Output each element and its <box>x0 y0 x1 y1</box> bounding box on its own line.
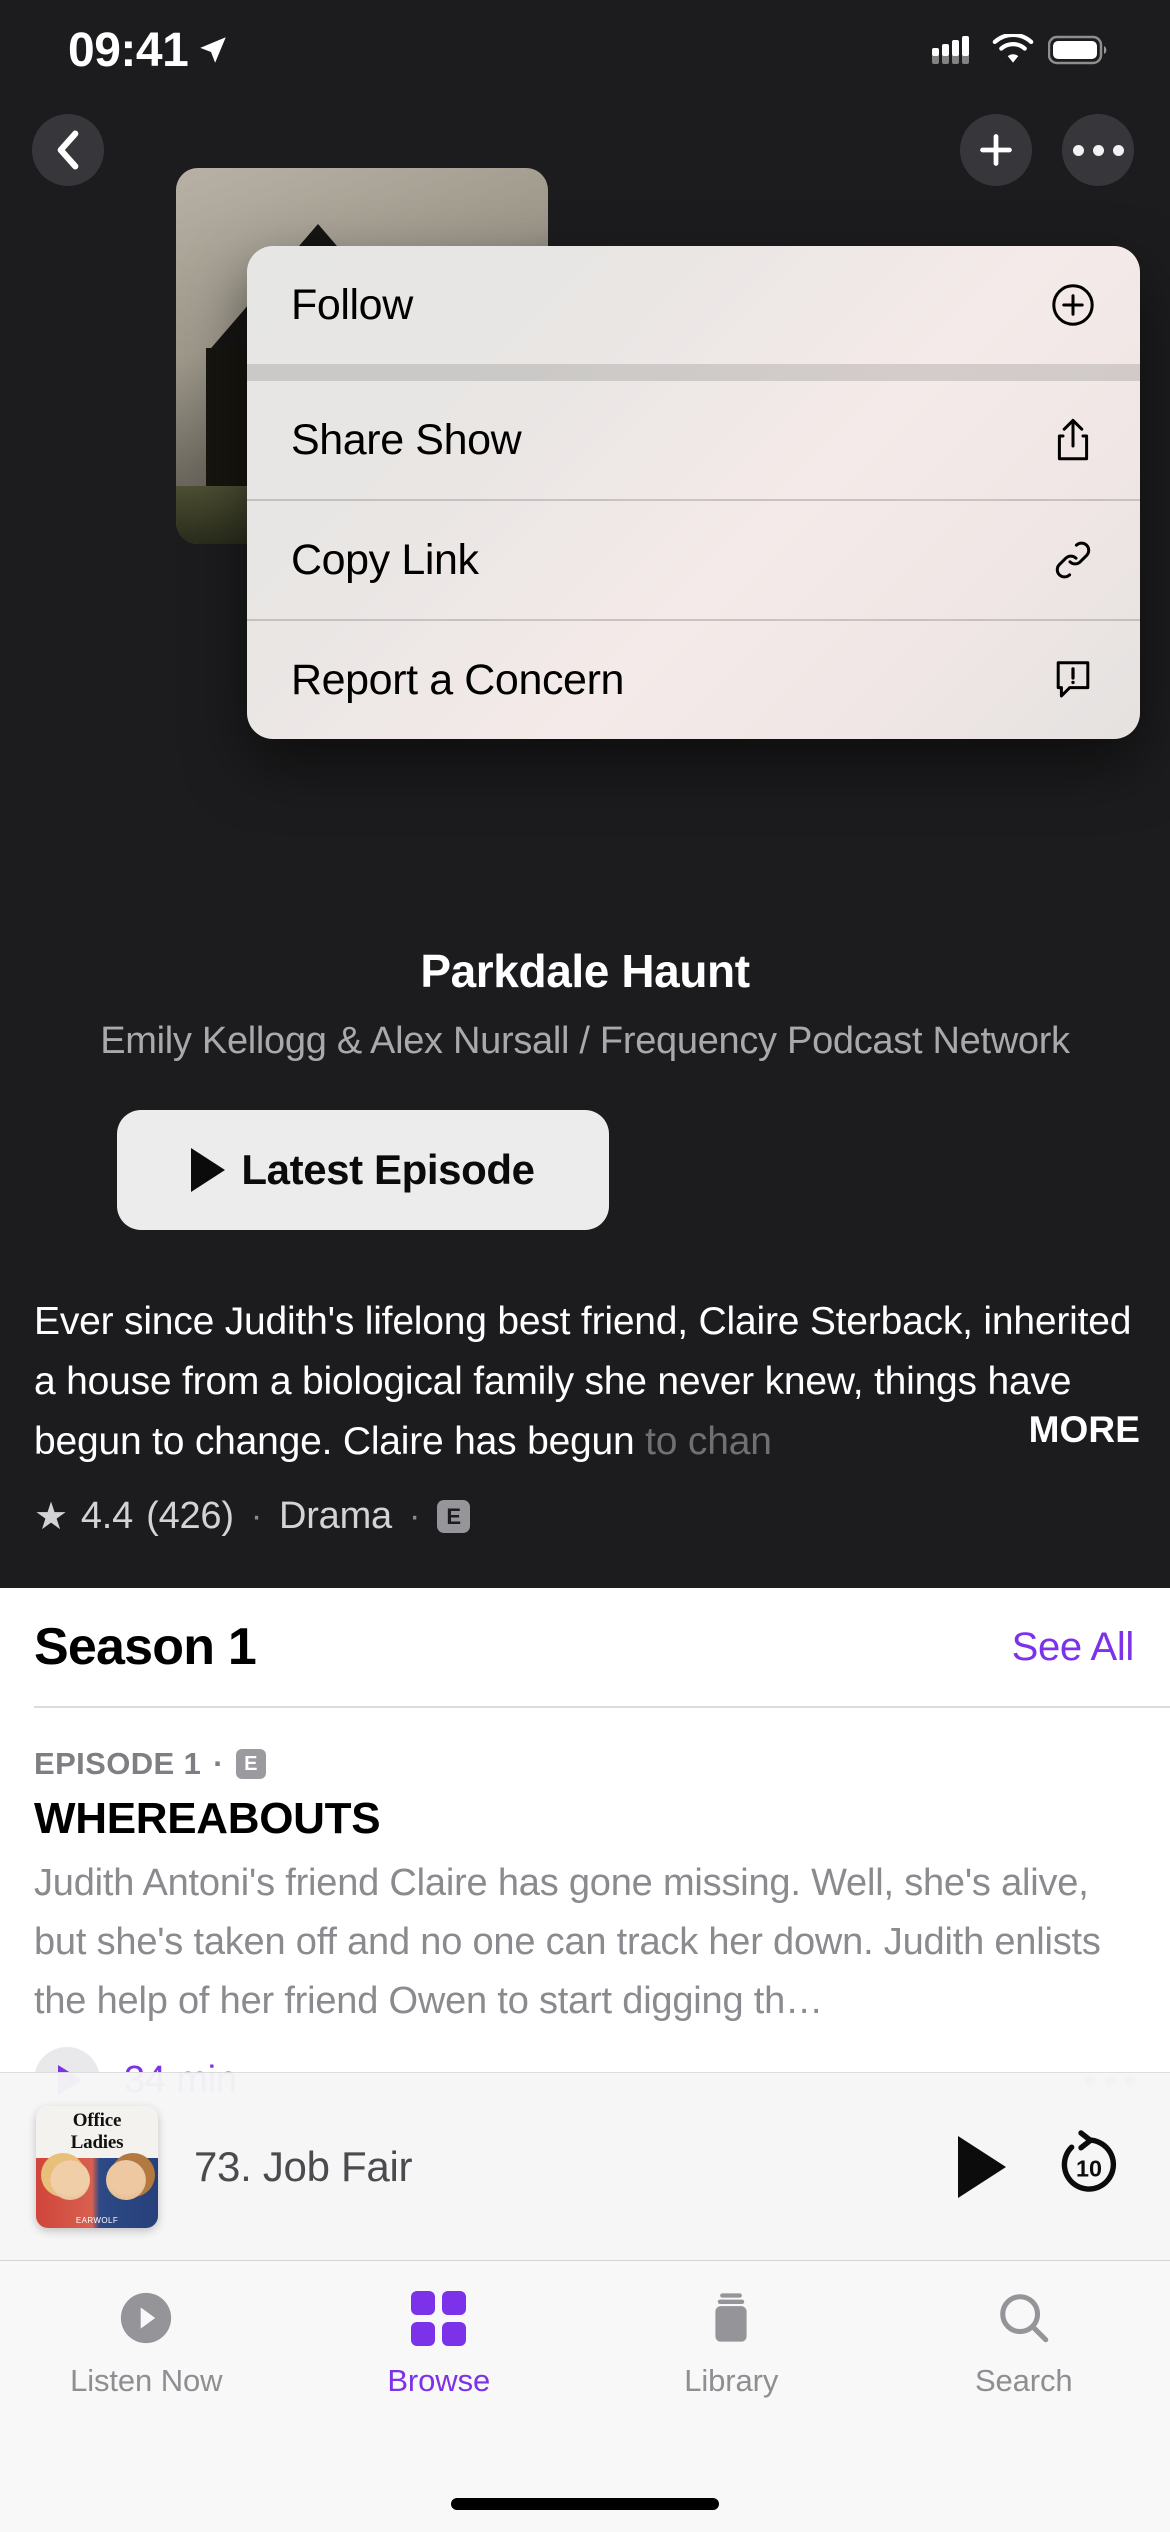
menu-item-copy-link[interactable]: Copy Link <box>247 501 1140 619</box>
meta-separator: · <box>250 1497 262 1535</box>
tab-listen-now[interactable]: Listen Now <box>0 2287 293 2399</box>
books-icon <box>705 2287 757 2349</box>
meta-separator: · <box>408 1497 421 1535</box>
menu-item-label: Share Show <box>291 415 522 464</box>
location-arrow-icon <box>200 37 227 63</box>
status-time: 09:41 <box>68 23 189 77</box>
mini-player-controls: 10 <box>958 2127 1126 2206</box>
play-triangle-icon[interactable] <box>958 2135 1006 2198</box>
show-author: Emily Kellogg & Alex Nursall / Frequency… <box>100 1020 1070 1062</box>
rating-value: 4.4 <box>80 1495 134 1537</box>
tab-library[interactable]: Library <box>585 2287 878 2399</box>
mini-player-artwork[interactable]: Office Ladies EARWOLF <box>36 2105 158 2228</box>
genre-label: Drama <box>278 1495 392 1537</box>
mini-artwork-face-left <box>50 2159 90 2200</box>
more-options-button[interactable] <box>1062 114 1134 186</box>
plus-icon <box>980 134 1012 166</box>
tab-label: Search <box>974 2363 1073 2398</box>
show-description-more-button[interactable]: MORE <box>958 1409 1140 1451</box>
latest-episode-label: Latest Episode <box>241 1146 535 1193</box>
mini-player[interactable]: Office Ladies EARWOLF 73. Job Fair 10 <box>0 2072 1170 2260</box>
play-triangle-icon <box>191 1148 226 1192</box>
explicit-badge: E <box>437 1500 471 1533</box>
play-circle-icon <box>117 2287 175 2349</box>
mini-artwork-title: Office Ladies <box>36 2105 158 2158</box>
navigation-bar <box>0 100 1170 210</box>
rating-count: (426) <box>146 1495 234 1537</box>
star-icon: ★ <box>34 1495 68 1538</box>
chevron-left-icon <box>57 130 79 170</box>
wifi-icon <box>992 34 1034 63</box>
context-menu: Follow Share Show Copy Link Report a Con… <box>247 246 1140 739</box>
page-title: Parkdale Haunt <box>420 945 750 997</box>
share-up-arrow-icon <box>1048 415 1098 465</box>
mini-artwork-photo: EARWOLF <box>36 2157 158 2228</box>
menu-item-label: Follow <box>291 280 413 329</box>
home-indicator[interactable] <box>451 2498 719 2510</box>
show-description-fade: to chan <box>634 1420 772 1463</box>
episode-title: WHEREABOUTS <box>34 1794 381 1843</box>
menu-item-report-a-concern[interactable]: Report a Concern <box>247 621 1140 739</box>
episode-number: EPISODE 1 <box>34 1746 202 1781</box>
more-label: MORE <box>1028 1409 1140 1450</box>
menu-item-label: Report a Concern <box>291 655 625 704</box>
episode-description: Judith Antoni's friend Claire has gone m… <box>34 1862 1101 2022</box>
svg-text:10: 10 <box>1076 2156 1102 2182</box>
latest-episode-button[interactable]: Latest Episode <box>117 1110 609 1230</box>
episode-list-item[interactable]: EPISODE 1 · E WHEREABOUTS Judith Antoni'… <box>0 1708 1170 2113</box>
menu-item-label: Copy Link <box>291 535 479 584</box>
tab-search[interactable]: Search <box>878 2287 1170 2399</box>
season-header: Season 1 See All <box>0 1588 1170 1706</box>
status-bar: 09:41 <box>0 0 1170 100</box>
menu-item-share-show[interactable]: Share Show <box>247 381 1140 499</box>
mini-artwork-footer: EARWOLF <box>75 2215 119 2225</box>
magnifier-icon <box>995 2287 1053 2349</box>
status-indicators <box>932 34 1108 66</box>
tab-label: Library <box>684 2363 779 2398</box>
cellular-bars-icon <box>932 36 969 64</box>
tab-label: Browse <box>387 2363 491 2398</box>
meta-separator: · <box>213 1746 225 1781</box>
mini-artwork-title-line2: Ladies <box>70 2131 124 2153</box>
tab-label: Listen Now <box>70 2363 223 2398</box>
mini-artwork-face-right <box>106 2159 146 2200</box>
menu-group-separator <box>247 364 1140 381</box>
ellipsis-icon <box>1072 144 1124 156</box>
add-button[interactable] <box>960 114 1032 186</box>
battery-icon <box>1048 35 1107 65</box>
tab-bar: Listen Now Browse Library Search <box>0 2260 1170 2532</box>
podcast-show-screen: 09:41 Follow Share Show Copy Link Report… <box>0 0 1170 2532</box>
back-button[interactable] <box>32 114 104 186</box>
exclamation-bubble-icon <box>1048 655 1098 705</box>
tab-browse[interactable]: Browse <box>293 2287 586 2399</box>
skip-forward-10-icon[interactable]: 10 <box>1052 2127 1126 2206</box>
menu-item-follow[interactable]: Follow <box>247 246 1140 364</box>
link-chain-icon <box>1048 535 1098 585</box>
mini-artwork-title-line1: Office <box>72 2109 122 2131</box>
see-all-link[interactable]: See All <box>1012 1625 1135 1670</box>
season-title: Season 1 <box>34 1618 257 1676</box>
episode-meta-row: EPISODE 1 · E <box>34 1746 1136 1782</box>
grid-squares-icon <box>411 2287 467 2349</box>
now-playing-title: 73. Job Fair <box>194 2142 413 2190</box>
plus-circle-icon <box>1048 280 1098 330</box>
show-meta-row: ★ 4.4 (426) · Drama · E <box>34 1495 471 1538</box>
status-time-group: 09:41 <box>68 23 230 78</box>
explicit-badge: E <box>236 1749 267 1779</box>
